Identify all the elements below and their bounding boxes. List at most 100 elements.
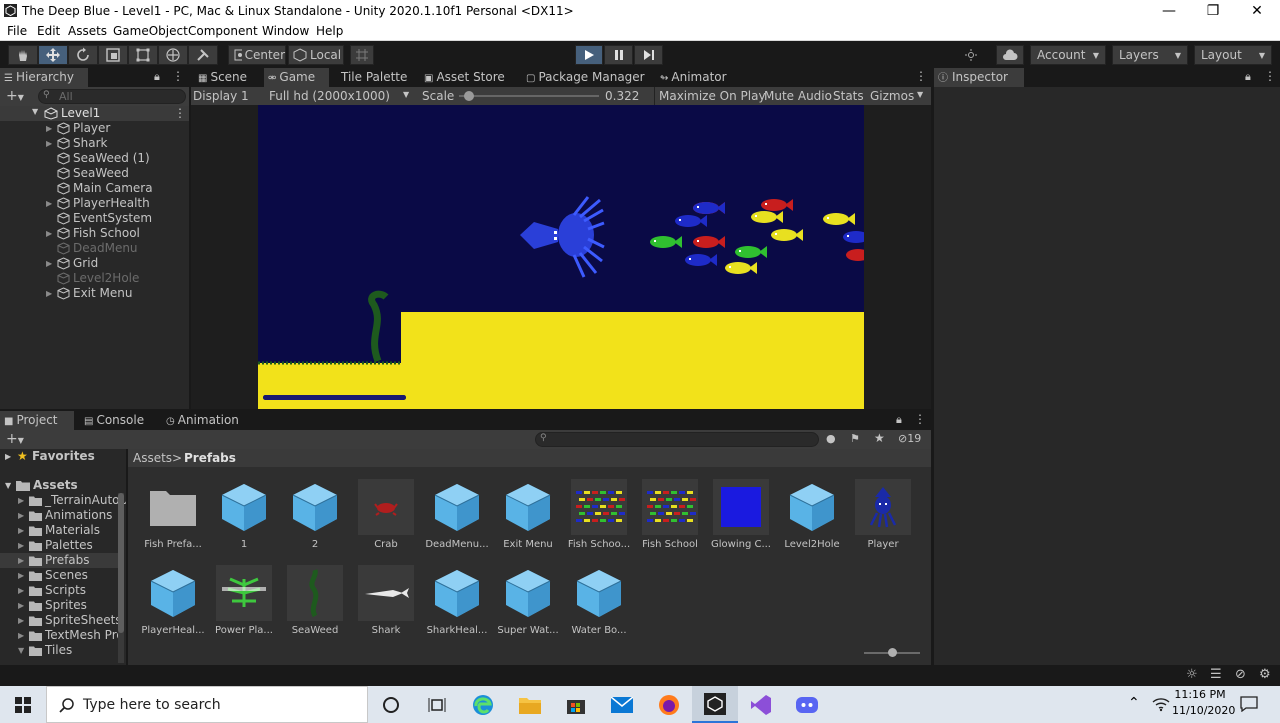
cortana-button[interactable] (368, 686, 414, 723)
chevron-right-icon[interactable]: ▶ (18, 553, 24, 568)
star-icon[interactable]: ★ (874, 431, 885, 445)
minimize-button[interactable]: — (1146, 0, 1192, 22)
chevron-right-icon[interactable]: ▶ (18, 583, 24, 598)
maximize-on-play-toggle[interactable]: Maximize On Play (659, 89, 766, 103)
chevron-right-icon[interactable]: ▶ (18, 598, 24, 613)
custom-tool-button[interactable] (188, 45, 218, 65)
hierarchy-item[interactable]: ▶ Exit Menu (0, 286, 189, 301)
hierarchy-item[interactable]: ▶ PlayerHealth (0, 196, 189, 211)
debug-mode-icon[interactable]: ⚙ (1259, 667, 1271, 682)
folder-item[interactable]: ▶ Scenes (0, 568, 118, 583)
chevron-right-icon[interactable]: ▶ (18, 613, 24, 628)
asset-item[interactable]: SharkHeal... (422, 565, 492, 647)
space-local-toggle[interactable]: Local (288, 45, 344, 65)
lock-icon[interactable]: 🔒︎ (1245, 70, 1251, 84)
hand-tool-button[interactable] (8, 45, 38, 65)
scale-slider-thumb[interactable] (463, 91, 474, 101)
asset-item[interactable]: Fish Schoo... (564, 479, 634, 561)
asset-item[interactable]: PlayerHeal... (138, 565, 208, 647)
close-button[interactable]: ✕ (1234, 0, 1280, 22)
move-tool-button[interactable] (38, 45, 68, 65)
tab-package-manager[interactable]: ▢ Package Manager (522, 68, 645, 87)
folder-item[interactable]: ▶ Animations (0, 508, 118, 523)
start-button[interactable] (0, 686, 46, 723)
pause-button[interactable] (604, 45, 633, 65)
mute-audio-toggle[interactable]: Mute Audio (764, 89, 832, 103)
network-icon[interactable]: ⊘ (1235, 667, 1246, 682)
hidden-count-toggle[interactable]: ⊘19 (898, 432, 921, 445)
chevron-right-icon[interactable]: ▶ (18, 493, 24, 508)
more-menu-icon[interactable]: ⋮ (174, 106, 186, 120)
chevron-right-icon[interactable]: ▶ (46, 121, 52, 136)
folder-item[interactable]: ▶ Scripts (0, 583, 118, 598)
tab-asset-store[interactable]: ▣ Asset Store (420, 68, 524, 87)
chevron-right-icon[interactable]: ▶ (18, 568, 24, 583)
tab-game[interactable]: ⚮ Game (264, 68, 329, 87)
discord-app[interactable] (784, 686, 830, 723)
show-hidden-icons-button[interactable]: ⌃ (1128, 695, 1140, 711)
scale-slider-track[interactable] (459, 95, 599, 97)
account-dropdown[interactable]: Account ▼ (1030, 45, 1106, 65)
hierarchy-item[interactable]: EventSystem (0, 211, 189, 226)
collab-button[interactable] (958, 45, 984, 65)
tab-project[interactable]: ■ Project (0, 411, 74, 430)
chevron-right-icon[interactable]: ▶ (46, 256, 52, 271)
icon-size-slider-thumb[interactable] (888, 648, 897, 657)
hierarchy-item[interactable]: ▶ Grid (0, 256, 189, 271)
asset-item[interactable]: Shark (351, 565, 421, 647)
tag-icon[interactable]: ⚑ (850, 432, 860, 445)
stats-toggle[interactable]: Stats (833, 89, 864, 103)
folder-item[interactable]: ▶ Materials (0, 523, 118, 538)
more-menu-icon[interactable]: ⋮ (172, 69, 184, 83)
asset-item[interactable]: Water Bo... (564, 565, 634, 647)
folder-item[interactable]: ▶ TextMesh Pro (0, 628, 124, 643)
folder-item[interactable]: ▶ SpriteSheets (0, 613, 122, 628)
store-app[interactable] (553, 686, 599, 723)
chevron-right-icon[interactable]: ▶ (18, 628, 24, 643)
task-view-button[interactable] (414, 686, 460, 723)
more-menu-icon[interactable]: ⋮ (915, 69, 927, 83)
cloud-button[interactable] (996, 45, 1024, 65)
project-search-input[interactable]: ⚲ (535, 432, 819, 447)
menu-window[interactable]: Window (262, 24, 309, 38)
tab-animator[interactable]: ↬ Animator (656, 68, 736, 87)
hierarchy-item[interactable]: DeadMenu (0, 241, 189, 256)
menu-assets[interactable]: Assets (68, 24, 107, 38)
more-menu-icon[interactable]: ⋮ (914, 412, 926, 426)
menu-gameobject[interactable]: GameObject (113, 24, 188, 38)
rect-tool-button[interactable] (128, 45, 158, 65)
asset-item[interactable]: Fish Prefa... (138, 479, 208, 561)
hierarchy-scene-row[interactable]: ▼ Level1 ⋮ (0, 106, 189, 121)
hierarchy-item[interactable]: ▶ Player (0, 121, 189, 136)
layers-dropdown[interactable]: Layers ▼ (1112, 45, 1188, 65)
chevron-right-icon[interactable]: ▶ (18, 508, 24, 523)
menu-component[interactable]: Component (188, 24, 258, 38)
asset-item[interactable]: Fish School (635, 479, 705, 561)
asset-item[interactable]: Player (848, 479, 918, 561)
menu-file[interactable]: File (7, 24, 27, 38)
grid-snap-button[interactable] (350, 45, 374, 65)
menu-edit[interactable]: Edit (37, 24, 60, 38)
play-button[interactable] (575, 45, 603, 65)
cache-server-icon[interactable]: ☰ (1210, 667, 1222, 682)
asset-item[interactable]: DeadMenu... (422, 479, 492, 561)
chevron-right-icon[interactable]: ▶ (18, 523, 24, 538)
visual-studio-app[interactable] (738, 686, 784, 723)
tab-console[interactable]: ▤ Console (80, 411, 160, 430)
scrollbar-thumb[interactable] (118, 493, 124, 633)
folder-item[interactable]: ▼ Tiles (0, 643, 118, 658)
clock[interactable]: 11:16 PM 11/10/2020 (1172, 688, 1235, 717)
edge-app[interactable] (460, 686, 506, 723)
mail-app[interactable] (599, 686, 645, 723)
asset-item[interactable]: Glowing C... (706, 479, 776, 561)
asset-item[interactable]: Exit Menu (493, 479, 563, 561)
hierarchy-item[interactable]: Level2Hole (0, 271, 189, 286)
chevron-right-icon[interactable]: ▶ (46, 286, 52, 301)
maximize-button[interactable]: ❐ (1190, 0, 1236, 22)
step-button[interactable] (634, 45, 663, 65)
display-dropdown[interactable]: Display 1 (193, 89, 263, 103)
folder-item[interactable]: ▶ Sprites (0, 598, 118, 613)
more-menu-icon[interactable]: ⋮ (1264, 69, 1276, 83)
resolution-dropdown[interactable]: Full hd (2000x1000) ▼ (269, 89, 415, 103)
tab-animation[interactable]: ◷ Animation (162, 411, 252, 430)
